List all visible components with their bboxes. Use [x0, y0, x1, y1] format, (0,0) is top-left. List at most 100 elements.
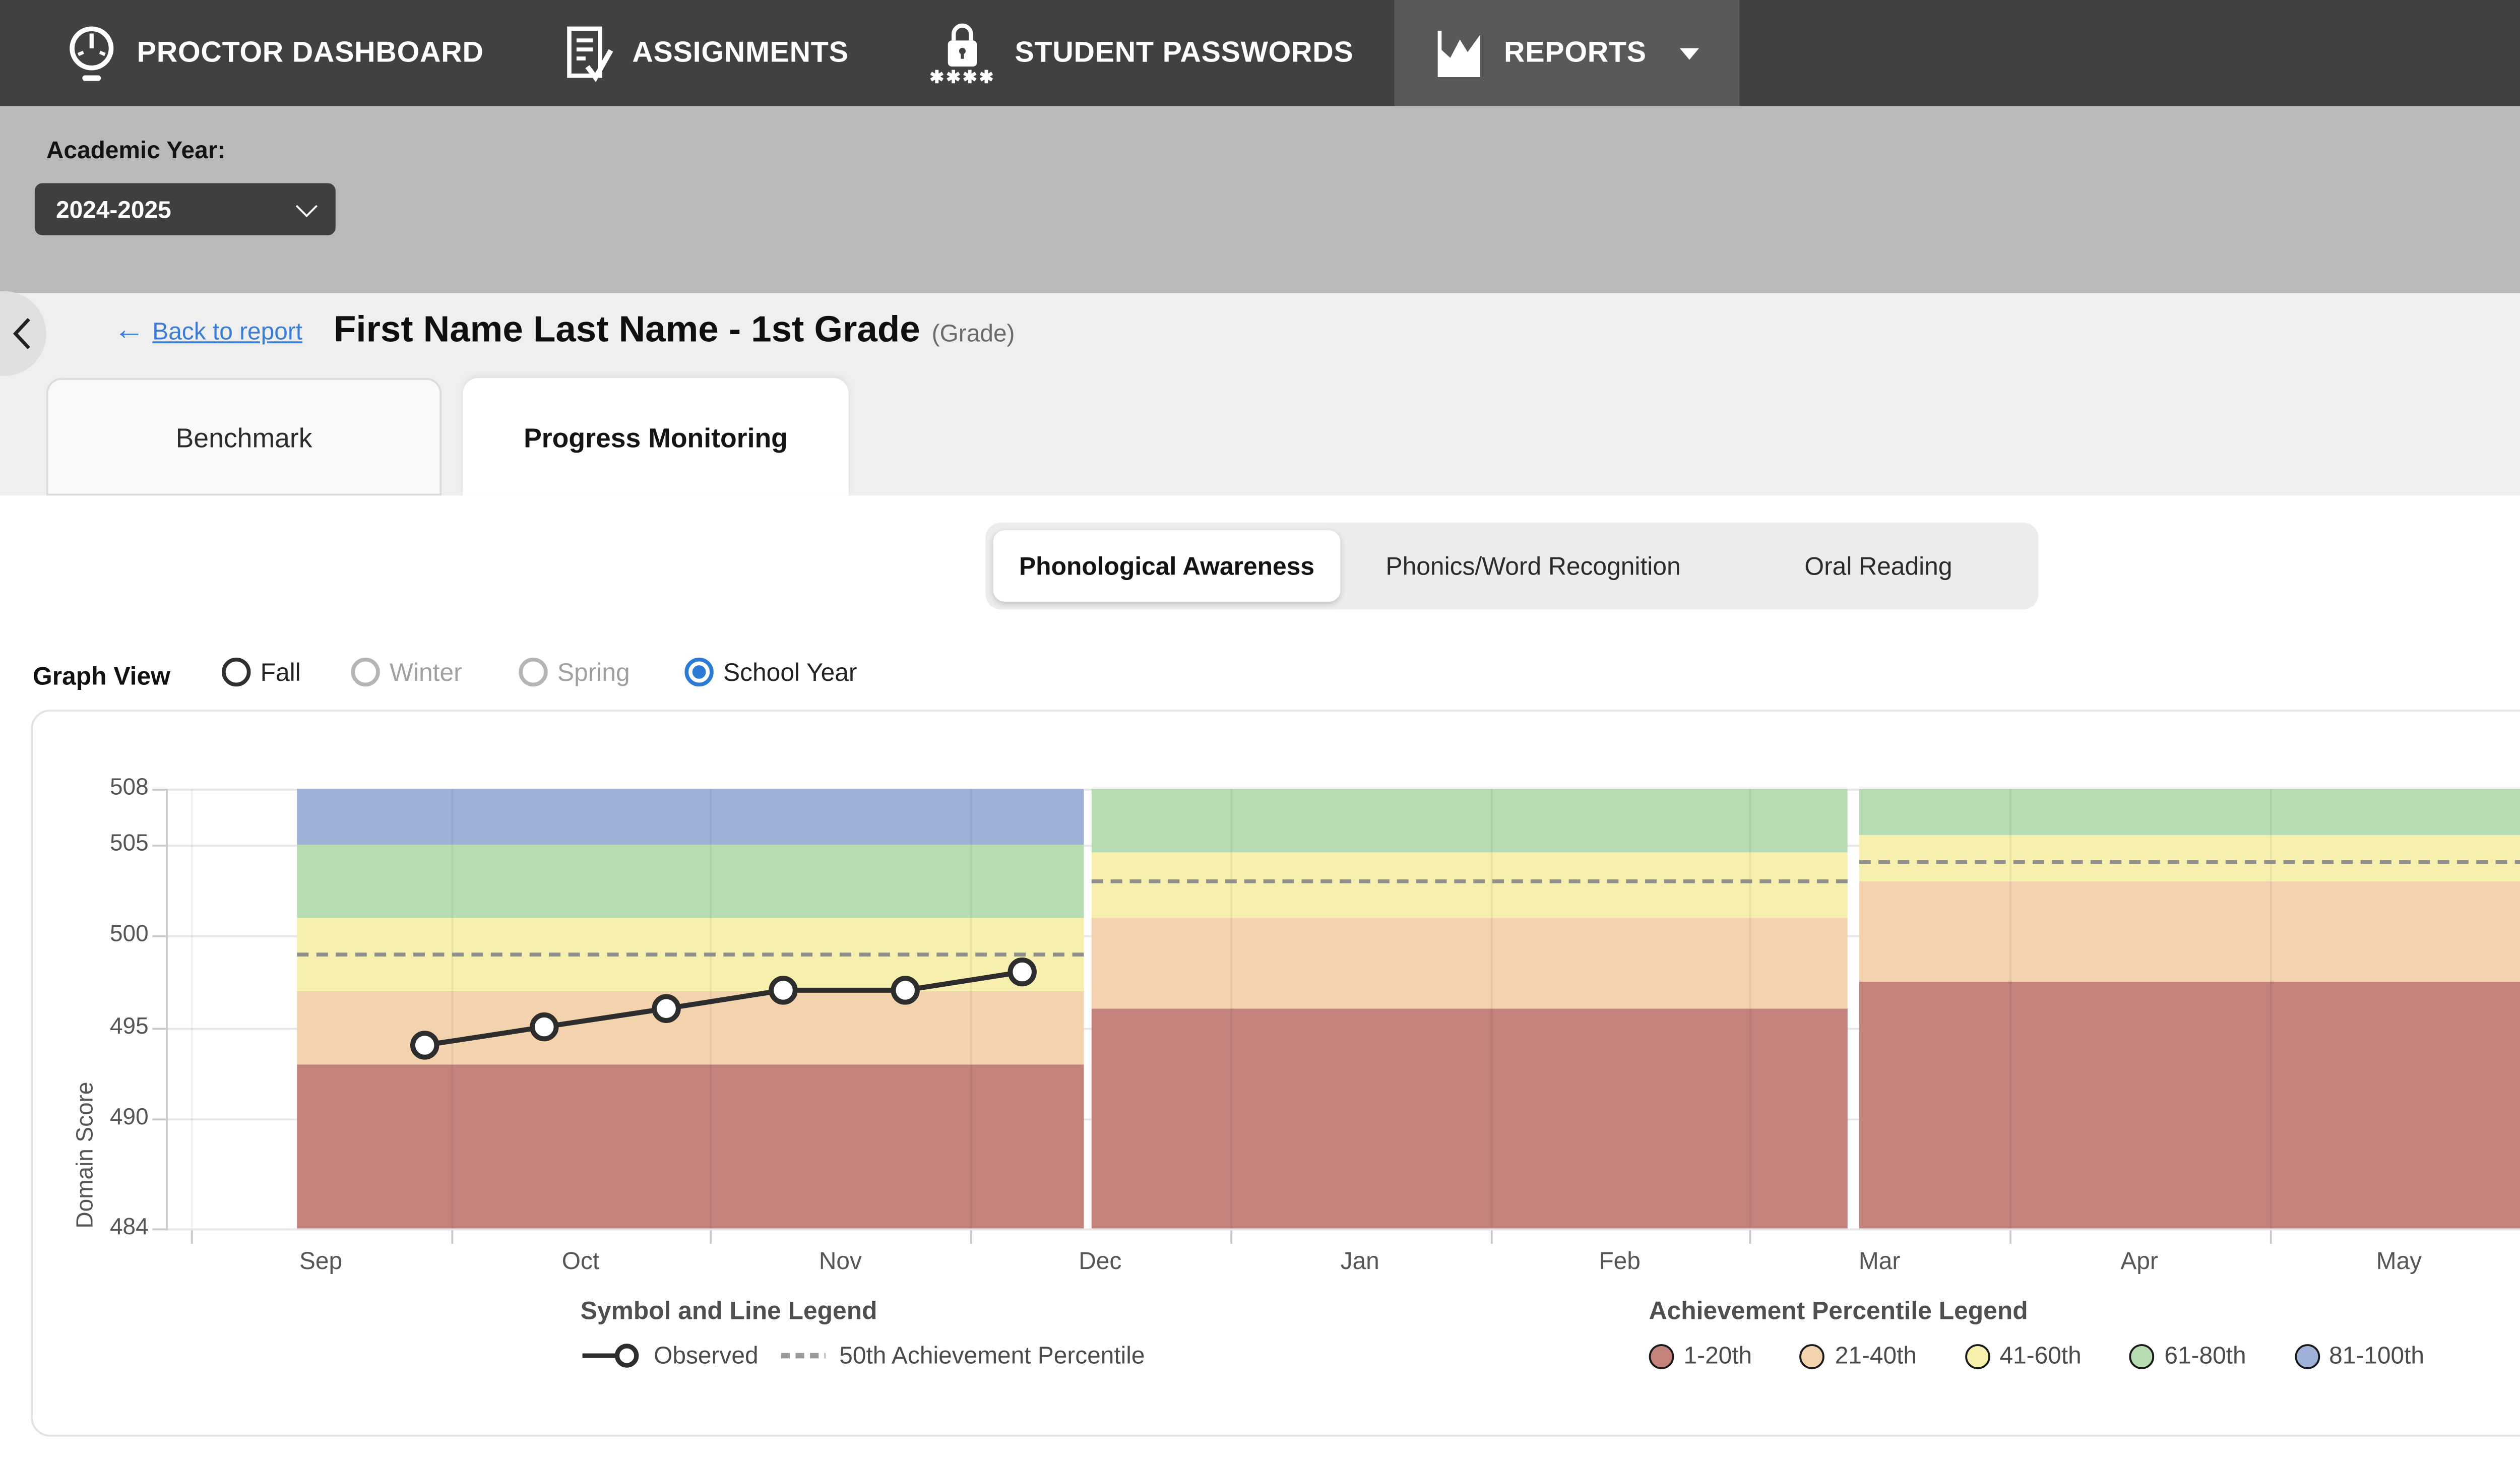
legend-label: 61-80th	[2164, 1342, 2246, 1369]
legend-label: 81-100th	[2329, 1342, 2424, 1369]
academic-year-select[interactable]: 2024-2025	[35, 183, 336, 235]
legend-swatch	[1800, 1343, 1825, 1368]
radio-school-year[interactable]: School Year	[684, 658, 857, 686]
y-tick-label: 500	[72, 920, 149, 947]
y-tick	[152, 789, 168, 791]
legend-item-61-80th: 61-80th	[2129, 1342, 2246, 1369]
tab-benchmark[interactable]: Benchmark	[46, 378, 442, 495]
legend-label: 1-20th	[1684, 1342, 1752, 1369]
subtab-label: Phonological Awareness	[1019, 551, 1314, 580]
radio-spring[interactable]: Spring	[519, 658, 629, 686]
legend-swatch	[1965, 1343, 1990, 1368]
x-tick	[1230, 1228, 1232, 1244]
chart-card: Domain Score 508505500495490484SepOctNov…	[31, 710, 2520, 1437]
radio-label: Winter	[390, 658, 462, 686]
y-tick-label: 505	[72, 828, 149, 855]
subtab-label: Oral Reading	[1804, 551, 1952, 580]
x-axis-label: Nov	[819, 1248, 862, 1275]
tab-row: Benchmark Progress Monitoring	[0, 378, 2520, 495]
nav-item-student-passwords[interactable]: ✱✱✱✱ STUDENT PASSWORDS	[889, 0, 1394, 106]
app-window: PROCTOR DASHBOARD ASSIGNMENTS	[0, 0, 2520, 1461]
radio-circle-icon	[684, 658, 713, 686]
radio-fall[interactable]: Fall	[222, 658, 301, 686]
x-tick	[2009, 1228, 2011, 1244]
legend-item-50th-percentile: 50th Achievement Percentile	[782, 1342, 1145, 1369]
symbol-line-legend: Symbol and Line Legend Observed 50th	[581, 1296, 1145, 1369]
chevron-left-icon	[12, 316, 33, 351]
legend-item-1-20th: 1-20th	[1649, 1342, 1752, 1369]
top-nav: PROCTOR DASHBOARD ASSIGNMENTS	[0, 0, 2520, 106]
radio-label: Spring	[557, 658, 630, 686]
y-tick	[152, 1228, 168, 1230]
chevron-down-icon	[296, 196, 318, 217]
data-point	[771, 978, 795, 1002]
legend-label: 50th Achievement Percentile	[839, 1342, 1145, 1369]
x-axis-label: Mar	[1859, 1248, 1900, 1275]
grade-suffix: (Grade)	[932, 320, 1015, 347]
subtab-phonics-word-recognition[interactable]: Phonics/Word Recognition	[1340, 530, 1726, 602]
content-panel: Phonological Awareness Phonics/Word Reco…	[0, 495, 2520, 1461]
nav-label: STUDENT PASSWORDS	[1015, 37, 1353, 70]
page-title: First Name Last Name - 1st Grade (Grade)	[334, 310, 1015, 353]
x-axis-label: Jan	[1341, 1248, 1379, 1275]
y-tick	[152, 1027, 168, 1029]
back-to-report-link[interactable]: ← Back to report	[114, 318, 302, 345]
legend-label: 41-60th	[2000, 1342, 2082, 1369]
legend-item-41-60th: 41-60th	[1965, 1342, 2082, 1369]
x-tick	[1749, 1228, 1751, 1244]
legend-label: Observed	[654, 1342, 758, 1369]
gauge-icon	[66, 23, 117, 83]
y-tick-label: 508	[72, 773, 149, 800]
data-point	[532, 1015, 556, 1039]
back-arrow-icon: ←	[114, 320, 145, 343]
radio-circle-icon	[351, 658, 380, 686]
x-tick	[970, 1228, 972, 1244]
legend-label: 21-40th	[1835, 1342, 1917, 1369]
previous-student-button[interactable]	[0, 291, 46, 376]
legend-swatch	[1649, 1343, 1674, 1368]
password-stars: ✱✱✱✱	[929, 72, 995, 85]
y-gridline	[168, 1228, 2520, 1230]
y-tick	[152, 844, 168, 846]
title-row: ← Back to report First Name Last Name - …	[0, 293, 2520, 378]
legend-title: Symbol and Line Legend	[581, 1296, 1145, 1324]
radio-circle-icon	[519, 658, 547, 686]
x-tick	[711, 1228, 713, 1244]
academic-year-value: 2024-2025	[56, 196, 171, 223]
y-tick	[152, 935, 168, 937]
achievement-percentile-legend: Achievement Percentile Legend 1-20th 21-4…	[1649, 1296, 2449, 1369]
radio-label: School Year	[723, 658, 857, 686]
radio-circle-icon	[222, 658, 250, 686]
student-name-grade: First Name Last Name - 1st Grade	[334, 310, 920, 351]
back-link-label: Back to report	[152, 318, 302, 345]
x-tick	[2269, 1228, 2271, 1244]
radio-label: Fall	[261, 658, 301, 686]
y-tick	[152, 1118, 168, 1120]
y-tick-label: 484	[72, 1213, 149, 1240]
x-axis-label: May	[2376, 1248, 2422, 1275]
graph-view-label: Graph View	[33, 661, 170, 690]
area-chart-icon	[1434, 28, 1484, 78]
nav-item-reports[interactable]: REPORTS	[1394, 0, 1739, 106]
graph-view-row: Graph View Fall Winter Spring School Yea…	[0, 658, 2520, 696]
x-tick	[451, 1228, 453, 1244]
subtab-oral-reading[interactable]: Oral Reading	[1726, 530, 2031, 602]
x-tick	[191, 1228, 193, 1244]
subtab-label: Phonics/Word Recognition	[1385, 551, 1680, 580]
nav-item-assignments[interactable]: ASSIGNMENTS	[524, 0, 889, 106]
tab-label: Progress Monitoring	[524, 421, 788, 452]
radio-winter[interactable]: Winter	[351, 658, 462, 686]
nav-label: REPORTS	[1504, 37, 1647, 70]
legend-swatch	[2294, 1343, 2319, 1368]
tab-progress-monitoring[interactable]: Progress Monitoring	[463, 378, 848, 495]
legend-title: Achievement Percentile Legend	[1649, 1296, 2449, 1324]
x-tick	[1490, 1228, 1492, 1244]
subtab-phonological-awareness[interactable]: Phonological Awareness	[993, 530, 1341, 602]
nav-item-proctor-dashboard[interactable]: PROCTOR DASHBOARD	[25, 0, 524, 106]
observed-symbol-icon	[581, 1342, 642, 1369]
data-point	[1010, 960, 1034, 984]
x-axis-label: Feb	[1599, 1248, 1640, 1275]
legend-swatch	[2129, 1343, 2155, 1368]
tab-label: Benchmark	[176, 421, 312, 452]
chart-plot: 508505500495490484SepOctNovDecJanFebMarA…	[166, 789, 2520, 1230]
